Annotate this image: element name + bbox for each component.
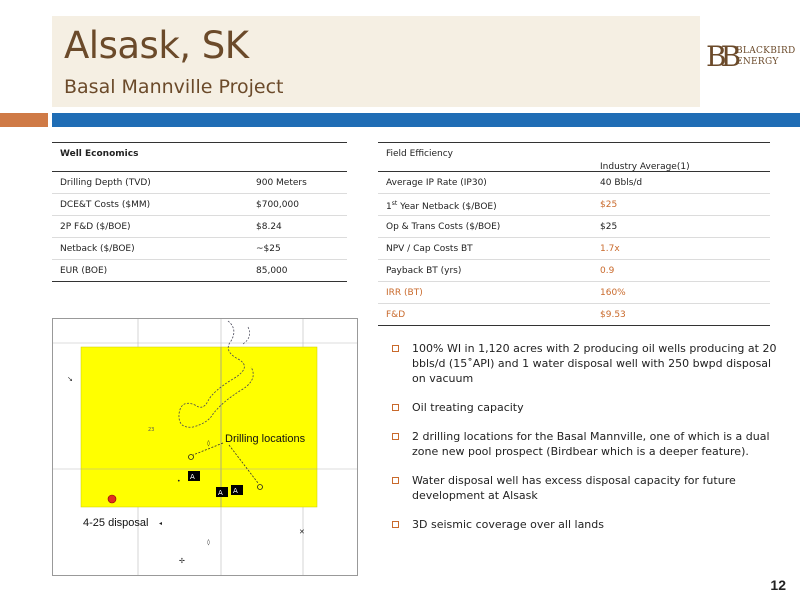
list-item: 3D seismic coverage over all lands xyxy=(392,517,782,532)
list-item: Water disposal well has excess disposal … xyxy=(392,473,782,503)
row-label: Average IP Rate (IP30) xyxy=(386,178,487,188)
row-value: $25 xyxy=(600,222,618,232)
row-label: Op & Trans Costs ($/BOE) xyxy=(386,222,501,232)
producing-well-icon: A xyxy=(188,471,200,481)
company-logo: BB BLACKBIRD ENERGY xyxy=(706,40,796,74)
accent-bar-blue xyxy=(52,113,800,127)
table-row: Netback ($/BOE) ~$25 xyxy=(52,238,347,260)
column-header: Industry Average(1) xyxy=(600,162,690,172)
row-value: 160% xyxy=(600,288,626,298)
row-value: $9.53 xyxy=(600,310,626,320)
logo-mark: BB xyxy=(706,40,741,73)
bullet-text: Oil treating capacity xyxy=(412,401,524,414)
svg-text:✕: ✕ xyxy=(299,528,305,536)
row-label: IRR (BT) xyxy=(386,288,423,298)
page-number: 12 xyxy=(770,577,786,593)
row-value: $700,000 xyxy=(256,200,299,210)
bullet-square-icon xyxy=(392,477,399,484)
table-row: 2P F&D ($/BOE) $8.24 xyxy=(52,216,347,238)
row-label: 2P F&D ($/BOE) xyxy=(60,222,131,232)
table-row: Op & Trans Costs ($/BOE) $25 xyxy=(378,216,770,238)
row-label: 1st Year Netback ($/BOE) xyxy=(386,200,497,212)
table-row: 1st Year Netback ($/BOE) $25 xyxy=(378,194,770,216)
disposal-well-label: 4-25 disposal xyxy=(83,517,148,529)
row-label-text: Year Netback ($/BOE) xyxy=(397,202,497,212)
table-header: Well Economics xyxy=(52,142,347,172)
table-row: F&D $9.53 xyxy=(378,304,770,326)
table-row: Average IP Rate (IP30) 40 Bbls/d xyxy=(378,172,770,194)
map-drawing: A A A ◊ • ↘ ◊ ✕ ✢ ◂ 23 Drilling location… xyxy=(53,319,357,575)
svg-text:◂: ◂ xyxy=(159,520,162,527)
row-value: $8.24 xyxy=(256,222,282,232)
row-label: Payback BT (yrs) xyxy=(386,266,462,276)
bullet-text: 2 drilling locations for the Basal Mannv… xyxy=(412,430,770,458)
row-value: 900 Meters xyxy=(256,178,307,188)
row-label: Drilling Depth (TVD) xyxy=(60,178,151,188)
row-label: DCE&T Costs ($MM) xyxy=(60,200,151,210)
row-label: Netback ($/BOE) xyxy=(60,244,135,254)
table-title: Well Economics xyxy=(60,149,139,159)
bullet-square-icon xyxy=(392,345,399,352)
logo-line2: ENERGY xyxy=(736,57,779,67)
table-row: EUR (BOE) 85,000 xyxy=(52,260,347,282)
bullet-square-icon xyxy=(392,404,399,411)
accent-bar-orange xyxy=(0,113,48,127)
row-value: 40 Bbls/d xyxy=(600,178,643,188)
bullet-text: 100% WI in 1,120 acres with 2 producing … xyxy=(412,342,777,385)
svg-text:◊: ◊ xyxy=(207,440,210,447)
page-title: Alsask, SK xyxy=(64,24,249,67)
row-label: NPV / Cap Costs BT xyxy=(386,244,473,254)
list-item: 2 drilling locations for the Basal Mannv… xyxy=(392,429,782,459)
land-holdings-area xyxy=(80,346,318,508)
table-row: NPV / Cap Costs BT 1.7x xyxy=(378,238,770,260)
row-value: 85,000 xyxy=(256,266,288,276)
drilling-locations-label: Drilling locations xyxy=(225,433,306,445)
bullet-text: 3D seismic coverage over all lands xyxy=(412,518,604,531)
table-title: Field Efficiency xyxy=(386,149,453,159)
bullet-text: Water disposal well has excess disposal … xyxy=(412,474,736,502)
well-economics-table: Well Economics Drilling Depth (TVD) 900 … xyxy=(52,142,347,282)
table-header: Field Efficiency Industry Average(1) xyxy=(378,142,770,172)
row-label: EUR (BOE) xyxy=(60,266,108,276)
svg-text:A: A xyxy=(218,489,223,497)
row-label: F&D xyxy=(386,310,406,320)
svg-text:A: A xyxy=(233,487,238,495)
svg-text:23: 23 xyxy=(148,427,154,433)
page-subtitle: Basal Mannville Project xyxy=(64,76,284,98)
svg-text:A: A xyxy=(190,473,195,481)
disposal-well-icon xyxy=(107,494,117,504)
title-banner: Alsask, SK Basal Mannville Project xyxy=(52,16,700,107)
row-value: ~$25 xyxy=(256,244,281,254)
row-value: $25 xyxy=(600,200,618,210)
table-row: DCE&T Costs ($MM) $700,000 xyxy=(52,194,347,216)
producing-well-icon: A xyxy=(216,487,228,497)
bullet-square-icon xyxy=(392,521,399,528)
land-map: A A A ◊ • ↘ ◊ ✕ ✢ ◂ 23 Drilling location… xyxy=(52,318,358,576)
list-item: Oil treating capacity xyxy=(392,400,782,415)
row-value: 1.7x xyxy=(600,244,620,254)
logo-line1: BLACKBIRD xyxy=(736,46,796,56)
field-efficiency-table: Field Efficiency Industry Average(1) Ave… xyxy=(378,142,770,326)
producing-well-icon: A xyxy=(231,485,243,495)
project-highlights-list: 100% WI in 1,120 acres with 2 producing … xyxy=(392,341,782,546)
svg-text:◊: ◊ xyxy=(207,539,210,546)
logo-wordmark: BLACKBIRD ENERGY xyxy=(736,46,796,68)
row-value: 0.9 xyxy=(600,266,615,276)
svg-text:↘: ↘ xyxy=(67,375,73,383)
list-item: 100% WI in 1,120 acres with 2 producing … xyxy=(392,341,782,386)
svg-text:•: • xyxy=(177,478,181,485)
table-row: Drilling Depth (TVD) 900 Meters xyxy=(52,172,347,194)
svg-text:✢: ✢ xyxy=(179,557,185,565)
bullet-square-icon xyxy=(392,433,399,440)
table-row: IRR (BT) 160% xyxy=(378,282,770,304)
table-row: Payback BT (yrs) 0.9 xyxy=(378,260,770,282)
